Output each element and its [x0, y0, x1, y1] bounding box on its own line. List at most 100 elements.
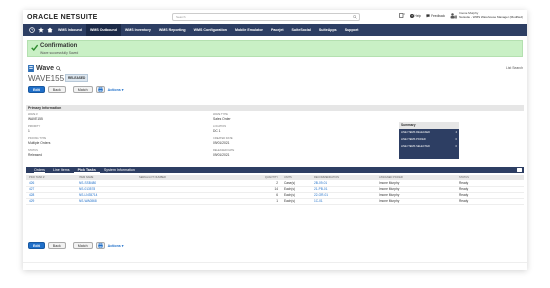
serial-lot-cell — [136, 198, 246, 205]
summary-title: Summary — [399, 122, 459, 129]
nav-item-suitesocial[interactable]: SuiteSocial — [288, 24, 315, 36]
field-value: DC 1 — [213, 128, 221, 133]
recommendation-link[interactable]: 1C-01 — [311, 198, 376, 205]
summary-row: LINE ITEMS SELECTED 0 — [399, 143, 459, 150]
print-icon — [97, 243, 103, 248]
field-value: Released — [28, 152, 42, 157]
summary-label: LINE ITEMS RELEASED — [401, 131, 430, 134]
tab-line-items[interactable]: Line Items — [49, 167, 74, 173]
footer-divider — [23, 262, 527, 263]
oracle-netsuite-logo[interactable]: ORACLE NETSUITE — [27, 14, 98, 21]
list-search-links[interactable]: List Search — [506, 66, 523, 70]
confirmation-message: Wave successfully Saved — [40, 51, 79, 55]
item-name-link[interactable]: NS-WA0868 — [76, 198, 136, 205]
logo-oracle: ORACLE — [27, 13, 59, 21]
confirmation-title: Confirmation — [40, 43, 78, 49]
field-value: 1 — [28, 128, 30, 133]
field-wave-number: WAVE # WAVE155 — [28, 113, 43, 121]
field-label: CREATED DATE — [213, 137, 233, 140]
status-badge: RELEASED — [65, 74, 89, 82]
top-right-tools: ? Help Feedback Imone Murphy Netsuite - … — [398, 11, 523, 19]
nav-item-wms-inventory[interactable]: WMS Inventory — [121, 24, 155, 36]
netsuite-window: ORACLE NETSUITE Search ? Help Feedback I… — [23, 10, 527, 270]
field-picking-type: PICKING TYPE Multiple Orders — [28, 137, 50, 145]
units-cell: Each(s) — [281, 198, 311, 205]
recent-records-icon[interactable] — [27, 24, 36, 36]
field-label: WAVE TYPE — [213, 113, 228, 116]
field-created-date: CREATED DATE 09/01/2021 — [213, 137, 233, 145]
pick-tasks-table: PICK TASK # ITEM NAME SERIAL/LOT NUMBER … — [26, 175, 524, 205]
match-button-bottom[interactable]: Match — [72, 242, 93, 249]
back-button-bottom[interactable]: Back — [47, 242, 66, 249]
wave-record-icon — [28, 65, 34, 72]
field-value: Multiple Orders — [28, 140, 51, 145]
tab-orders[interactable]: Orders — [30, 167, 49, 173]
global-search-input[interactable]: Search — [172, 13, 360, 21]
tab-pick-tasks[interactable]: Pick Tasks — [73, 167, 100, 173]
assigned-picker-cell: Imone Murphy — [376, 198, 456, 205]
field-label: RELEASED DATE — [213, 149, 235, 152]
record-id: WAVE155 — [28, 74, 65, 83]
summary-value: 4 — [455, 131, 457, 134]
create-new-icon[interactable] — [398, 13, 405, 18]
print-button-bottom[interactable] — [95, 242, 105, 249]
checkmark-icon — [31, 44, 38, 51]
summary-row: LINE ITEMS PICKED 0 — [399, 136, 459, 143]
subtab-bar: Orders Line Items Pick Tasks System Info… — [26, 167, 524, 173]
field-value: Sales Order — [213, 116, 231, 121]
actions-menu-bottom[interactable]: Actions ▾ — [108, 244, 124, 248]
match-button[interactable]: Match — [72, 86, 93, 93]
top-bar: ORACLE NETSUITE Search ? Help Feedback I… — [23, 10, 527, 24]
edit-button-bottom[interactable]: Edit — [28, 242, 45, 249]
table-row: 429 NS-WA0868 1 Each(s) 1C-01 Imone Murp… — [26, 198, 524, 205]
bottom-button-row: Edit Back Match Actions ▾ — [28, 242, 124, 249]
field-location: LOCATION DC 1 — [213, 125, 226, 133]
logo-netsuite: NETSUITE — [60, 13, 98, 21]
feedback-label: Feedback — [431, 13, 446, 18]
help-link[interactable]: ? Help — [409, 13, 422, 18]
nav-item-support[interactable]: Support — [341, 24, 363, 36]
summary-box: Summary LINE ITEMS RELEASED 4 LINE ITEMS… — [399, 122, 459, 159]
print-icon — [97, 87, 103, 92]
search-icon[interactable] — [353, 15, 357, 19]
feedback-icon — [426, 13, 430, 18]
nav-item-wms-configuration[interactable]: WMS Configuration — [190, 24, 231, 36]
summary-value: 0 — [455, 145, 457, 148]
nav-item-suiteapps[interactable]: SuiteApps — [315, 24, 341, 36]
actions-menu[interactable]: Actions ▾ — [108, 88, 124, 92]
user-role: Netsuite - WMS Warehouse Manager (Modifi… — [459, 14, 523, 19]
nav-item-mobile-emulator[interactable]: Mobile Emulator — [231, 24, 267, 36]
record-type-label: Wave — [36, 65, 55, 72]
record-type-title: Wave — [28, 65, 61, 72]
record-search-icon[interactable] — [56, 66, 61, 71]
top-button-row: Edit Back Match Actions ▾ — [28, 86, 124, 93]
summary-row: LINE ITEMS RELEASED 4 — [399, 129, 459, 136]
nav-item-wms-reporting[interactable]: WMS Reporting — [155, 24, 190, 36]
field-priority: PRIORITY 1 — [28, 125, 40, 133]
field-value: 09/01/2021 — [213, 152, 230, 157]
search-placeholder: Search — [176, 15, 186, 19]
feedback-link[interactable]: Feedback — [426, 14, 445, 18]
field-wave-type: WAVE TYPE Sales Order — [213, 113, 231, 121]
edit-button[interactable]: Edit — [28, 86, 45, 93]
user-menu[interactable]: Imone Murphy Netsuite - WMS Warehouse Ma… — [450, 11, 523, 19]
field-label: LOCATION — [213, 125, 227, 128]
customize-view-icon[interactable] — [517, 168, 522, 172]
help-label: Help — [414, 13, 422, 18]
user-role-icon — [450, 12, 458, 19]
nav-item-wms-outbound[interactable]: WMS Outbound — [85, 24, 121, 36]
summary-label: LINE ITEMS SELECTED — [401, 145, 430, 148]
back-button[interactable]: Back — [47, 86, 66, 93]
favorites-star-icon[interactable] — [36, 24, 45, 36]
summary-value: 0 — [455, 138, 457, 141]
status-cell: Ready — [456, 198, 524, 205]
nav-item-pacejet[interactable]: Pacejet — [267, 24, 288, 36]
print-button[interactable] — [95, 86, 105, 93]
nav-item-wms-inbound[interactable]: WMS Inbound — [54, 24, 86, 36]
primary-information-header[interactable]: Primary Information — [26, 105, 524, 111]
pick-task-link[interactable]: 429 — [26, 198, 76, 205]
tab-system-information[interactable]: System Information — [100, 167, 139, 173]
field-value: 09/01/2021 — [213, 140, 230, 145]
home-icon[interactable] — [45, 24, 54, 36]
field-value: WAVE155 — [28, 116, 43, 121]
